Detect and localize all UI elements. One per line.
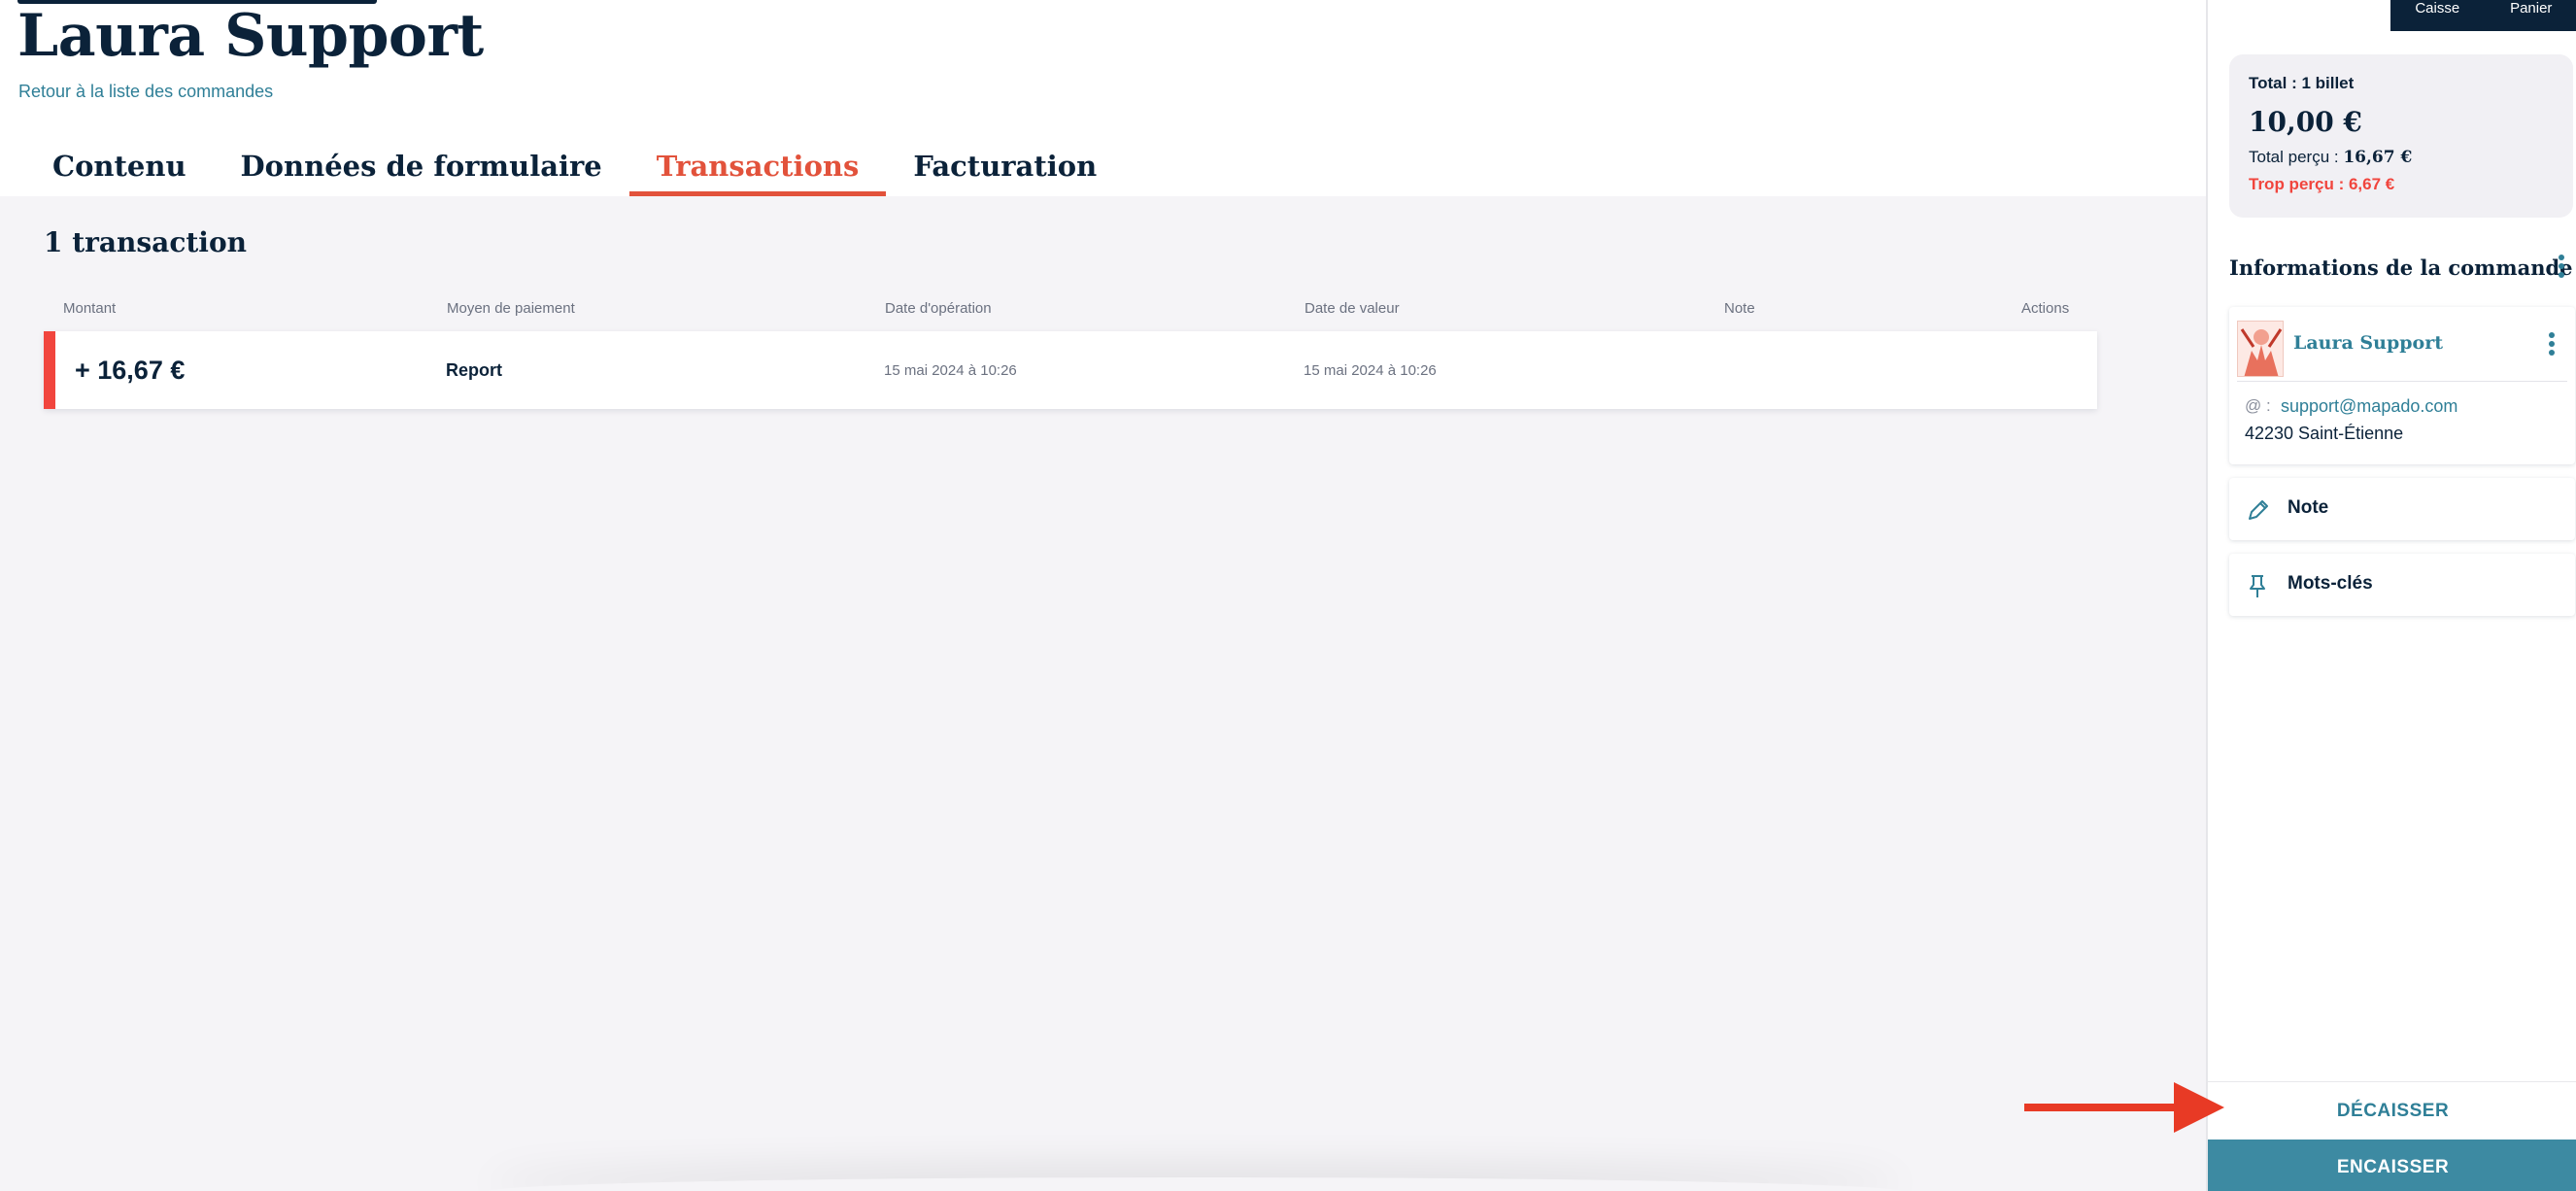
pin-icon <box>2243 571 2272 600</box>
top-nav-buttons: Caisse Panier <box>2390 0 2576 31</box>
back-to-orders-link[interactable]: Retour à la liste des commandes <box>18 80 273 103</box>
avatar <box>2237 321 2284 377</box>
keywords-item[interactable]: Mots-clés <box>2229 554 2575 616</box>
panier-button[interactable]: Panier <box>2485 0 2576 31</box>
totals-card: Total : 1 billet 10,00 € Total perçu : 1… <box>2229 54 2573 218</box>
keywords-label: Mots-clés <box>2288 573 2373 594</box>
transaction-operation-date: 15 mai 2024 à 10:26 <box>884 361 1017 379</box>
decaisser-button[interactable]: DÉCAISSER <box>2208 1081 2576 1140</box>
totals-received-label: Total perçu : <box>2249 148 2344 166</box>
transaction-value-date: 15 mai 2024 à 10:26 <box>1304 361 1437 379</box>
column-header-actions: Actions <box>2021 300 2070 317</box>
customer-card: Laura Support @ : support@mapado.com 422… <box>2229 307 2575 464</box>
transaction-count: 1 transaction <box>44 226 247 258</box>
order-menu-icon[interactable] <box>2558 255 2565 280</box>
tab-bar: Contenu Données de formulaire Transactio… <box>25 144 1124 196</box>
customer-address: 42230 Saint-Étienne <box>2245 424 2404 443</box>
page-title: Laura Support <box>17 2 484 70</box>
order-sidebar: Caisse Panier Total : 1 billet 10,00 € T… <box>2206 0 2576 1191</box>
email-prefix: @ : <box>2245 396 2271 415</box>
customer-name[interactable]: Laura Support <box>2293 330 2443 356</box>
column-header-operation-date: Date d'opération <box>885 300 992 317</box>
note-label: Note <box>2288 497 2329 518</box>
column-header-amount: Montant <box>63 300 117 317</box>
note-item[interactable]: Note <box>2229 478 2575 540</box>
pencil-icon <box>2243 495 2272 525</box>
bottom-shadow <box>486 1177 1904 1191</box>
column-header-payment-method: Moyen de paiement <box>447 300 575 317</box>
order-info-title: Informations de la commande <box>2229 255 2573 280</box>
totals-received-value: 16,67 € <box>2343 148 2413 167</box>
totals-received: Total perçu : 16,67 € <box>2249 148 2412 167</box>
caisse-button[interactable]: Caisse <box>2390 0 2485 31</box>
tab-facturation[interactable]: Facturation <box>886 144 1124 196</box>
column-header-value-date: Date de valeur <box>1305 300 1400 317</box>
tab-donnees-formulaire[interactable]: Données de formulaire <box>214 144 629 196</box>
main-area: Laura Support Retour à la liste des comm… <box>0 0 2206 1191</box>
totals-label: Total : 1 billet <box>2249 74 2355 92</box>
customer-email-link[interactable]: support@mapado.com <box>2281 396 2457 417</box>
tab-contenu[interactable]: Contenu <box>25 144 214 196</box>
divider <box>2237 381 2567 382</box>
encaisser-button[interactable]: ENCAISSER <box>2208 1140 2576 1191</box>
transaction-row[interactable]: + 16,67 € Report 15 mai 2024 à 10:26 15 … <box>44 331 2097 409</box>
customer-menu-icon[interactable] <box>2548 332 2556 357</box>
transactions-panel: 1 transaction Montant Moyen de paiement … <box>0 196 2206 1191</box>
totals-overpaid: Trop perçu : 6,67 € <box>2249 175 2395 193</box>
annotation-arrow-icon <box>2024 1082 2224 1133</box>
tab-transactions[interactable]: Transactions <box>628 144 887 196</box>
column-header-note: Note <box>1724 300 1755 317</box>
transaction-payment-method: Report <box>446 359 502 380</box>
transaction-amount: + 16,67 € <box>75 355 186 385</box>
totals-amount: 10,00 € <box>2249 106 2362 138</box>
